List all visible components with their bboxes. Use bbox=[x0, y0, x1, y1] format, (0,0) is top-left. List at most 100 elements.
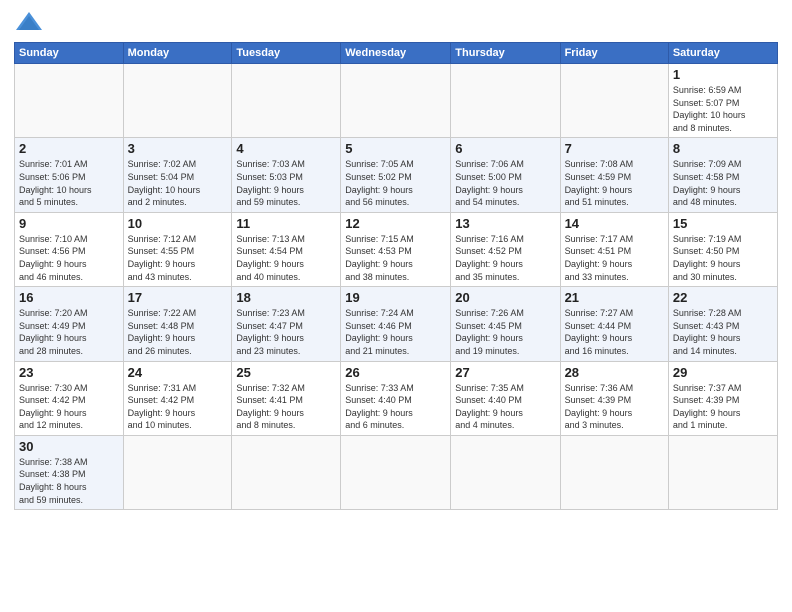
calendar-day-cell bbox=[15, 64, 124, 138]
day-number: 23 bbox=[19, 365, 119, 380]
day-info: Sunrise: 7:37 AM Sunset: 4:39 PM Dayligh… bbox=[673, 382, 773, 432]
day-number: 22 bbox=[673, 290, 773, 305]
day-number: 13 bbox=[455, 216, 555, 231]
day-info: Sunrise: 6:59 AM Sunset: 5:07 PM Dayligh… bbox=[673, 84, 773, 134]
day-info: Sunrise: 7:38 AM Sunset: 4:38 PM Dayligh… bbox=[19, 456, 119, 506]
logo-icon bbox=[14, 10, 44, 34]
day-info: Sunrise: 7:09 AM Sunset: 4:58 PM Dayligh… bbox=[673, 158, 773, 208]
day-number: 19 bbox=[345, 290, 446, 305]
day-number: 21 bbox=[565, 290, 664, 305]
weekday-header: Sunday bbox=[15, 43, 124, 64]
day-info: Sunrise: 7:32 AM Sunset: 4:41 PM Dayligh… bbox=[236, 382, 336, 432]
calendar-day-cell: 12 Sunrise: 7:15 AM Sunset: 4:53 PM Dayli… bbox=[341, 212, 451, 286]
calendar-day-cell: 4 Sunrise: 7:03 AM Sunset: 5:03 PM Daylig… bbox=[232, 138, 341, 212]
calendar-day-cell: 23 Sunrise: 7:30 AM Sunset: 4:42 PM Dayli… bbox=[15, 361, 124, 435]
calendar-day-cell: 25 Sunrise: 7:32 AM Sunset: 4:41 PM Dayli… bbox=[232, 361, 341, 435]
weekday-header: Saturday bbox=[668, 43, 777, 64]
calendar-day-cell: 11 Sunrise: 7:13 AM Sunset: 4:54 PM Dayli… bbox=[232, 212, 341, 286]
calendar: SundayMondayTuesdayWednesdayThursdayFrid… bbox=[14, 42, 778, 510]
day-number: 6 bbox=[455, 141, 555, 156]
day-info: Sunrise: 7:10 AM Sunset: 4:56 PM Dayligh… bbox=[19, 233, 119, 283]
calendar-header-row: SundayMondayTuesdayWednesdayThursdayFrid… bbox=[15, 43, 778, 64]
day-info: Sunrise: 7:24 AM Sunset: 4:46 PM Dayligh… bbox=[345, 307, 446, 357]
day-number: 20 bbox=[455, 290, 555, 305]
day-info: Sunrise: 7:20 AM Sunset: 4:49 PM Dayligh… bbox=[19, 307, 119, 357]
day-info: Sunrise: 7:12 AM Sunset: 4:55 PM Dayligh… bbox=[128, 233, 228, 283]
calendar-day-cell: 3 Sunrise: 7:02 AM Sunset: 5:04 PM Daylig… bbox=[123, 138, 232, 212]
day-number: 24 bbox=[128, 365, 228, 380]
calendar-day-cell: 1 Sunrise: 6:59 AM Sunset: 5:07 PM Daylig… bbox=[668, 64, 777, 138]
day-number: 18 bbox=[236, 290, 336, 305]
day-number: 12 bbox=[345, 216, 446, 231]
day-number: 26 bbox=[345, 365, 446, 380]
day-info: Sunrise: 7:05 AM Sunset: 5:02 PM Dayligh… bbox=[345, 158, 446, 208]
calendar-day-cell: 26Sunrise: 7:33 AM Sunset: 4:40 PM Dayli… bbox=[341, 361, 451, 435]
calendar-day-cell: 29 Sunrise: 7:37 AM Sunset: 4:39 PM Dayli… bbox=[668, 361, 777, 435]
day-number: 1 bbox=[673, 67, 773, 82]
calendar-week-row: 30 Sunrise: 7:38 AM Sunset: 4:38 PM Dayli… bbox=[15, 435, 778, 509]
calendar-day-cell bbox=[232, 435, 341, 509]
calendar-day-cell: 21 Sunrise: 7:27 AM Sunset: 4:44 PM Dayli… bbox=[560, 287, 668, 361]
day-number: 30 bbox=[19, 439, 119, 454]
day-info: Sunrise: 7:01 AM Sunset: 5:06 PM Dayligh… bbox=[19, 158, 119, 208]
weekday-header: Monday bbox=[123, 43, 232, 64]
calendar-day-cell bbox=[123, 435, 232, 509]
day-number: 17 bbox=[128, 290, 228, 305]
day-number: 14 bbox=[565, 216, 664, 231]
calendar-day-cell: 16Sunrise: 7:20 AM Sunset: 4:49 PM Dayli… bbox=[15, 287, 124, 361]
day-info: Sunrise: 7:28 AM Sunset: 4:43 PM Dayligh… bbox=[673, 307, 773, 357]
calendar-day-cell: 30 Sunrise: 7:38 AM Sunset: 4:38 PM Dayli… bbox=[15, 435, 124, 509]
calendar-day-cell: 14 Sunrise: 7:17 AM Sunset: 4:51 PM Dayli… bbox=[560, 212, 668, 286]
day-info: Sunrise: 7:17 AM Sunset: 4:51 PM Dayligh… bbox=[565, 233, 664, 283]
calendar-day-cell bbox=[232, 64, 341, 138]
day-number: 9 bbox=[19, 216, 119, 231]
calendar-day-cell: 17Sunrise: 7:22 AM Sunset: 4:48 PM Dayli… bbox=[123, 287, 232, 361]
day-number: 4 bbox=[236, 141, 336, 156]
calendar-week-row: 1 Sunrise: 6:59 AM Sunset: 5:07 PM Daylig… bbox=[15, 64, 778, 138]
calendar-day-cell: 10 Sunrise: 7:12 AM Sunset: 4:55 PM Dayli… bbox=[123, 212, 232, 286]
calendar-day-cell bbox=[668, 435, 777, 509]
calendar-day-cell: 19 Sunrise: 7:24 AM Sunset: 4:46 PM Dayli… bbox=[341, 287, 451, 361]
calendar-day-cell: 18Sunrise: 7:23 AM Sunset: 4:47 PM Dayli… bbox=[232, 287, 341, 361]
day-info: Sunrise: 7:27 AM Sunset: 4:44 PM Dayligh… bbox=[565, 307, 664, 357]
calendar-week-row: 9 Sunrise: 7:10 AM Sunset: 4:56 PM Daylig… bbox=[15, 212, 778, 286]
day-number: 8 bbox=[673, 141, 773, 156]
weekday-header: Thursday bbox=[451, 43, 560, 64]
day-info: Sunrise: 7:31 AM Sunset: 4:42 PM Dayligh… bbox=[128, 382, 228, 432]
day-number: 5 bbox=[345, 141, 446, 156]
day-number: 11 bbox=[236, 216, 336, 231]
day-info: Sunrise: 7:03 AM Sunset: 5:03 PM Dayligh… bbox=[236, 158, 336, 208]
calendar-day-cell: 15Sunrise: 7:19 AM Sunset: 4:50 PM Dayli… bbox=[668, 212, 777, 286]
day-info: Sunrise: 7:15 AM Sunset: 4:53 PM Dayligh… bbox=[345, 233, 446, 283]
calendar-day-cell: 8 Sunrise: 7:09 AM Sunset: 4:58 PM Daylig… bbox=[668, 138, 777, 212]
day-number: 15 bbox=[673, 216, 773, 231]
day-number: 10 bbox=[128, 216, 228, 231]
calendar-week-row: 23 Sunrise: 7:30 AM Sunset: 4:42 PM Dayli… bbox=[15, 361, 778, 435]
calendar-day-cell: 20Sunrise: 7:26 AM Sunset: 4:45 PM Dayli… bbox=[451, 287, 560, 361]
day-info: Sunrise: 7:36 AM Sunset: 4:39 PM Dayligh… bbox=[565, 382, 664, 432]
day-number: 7 bbox=[565, 141, 664, 156]
calendar-day-cell bbox=[451, 435, 560, 509]
weekday-header: Wednesday bbox=[341, 43, 451, 64]
day-info: Sunrise: 7:30 AM Sunset: 4:42 PM Dayligh… bbox=[19, 382, 119, 432]
calendar-week-row: 2 Sunrise: 7:01 AM Sunset: 5:06 PM Daylig… bbox=[15, 138, 778, 212]
weekday-header: Tuesday bbox=[232, 43, 341, 64]
day-info: Sunrise: 7:13 AM Sunset: 4:54 PM Dayligh… bbox=[236, 233, 336, 283]
day-number: 2 bbox=[19, 141, 119, 156]
calendar-day-cell: 6 Sunrise: 7:06 AM Sunset: 5:00 PM Daylig… bbox=[451, 138, 560, 212]
day-number: 28 bbox=[565, 365, 664, 380]
day-number: 25 bbox=[236, 365, 336, 380]
calendar-day-cell bbox=[341, 64, 451, 138]
calendar-day-cell bbox=[451, 64, 560, 138]
logo bbox=[14, 10, 48, 34]
day-info: Sunrise: 7:16 AM Sunset: 4:52 PM Dayligh… bbox=[455, 233, 555, 283]
calendar-day-cell bbox=[560, 64, 668, 138]
day-info: Sunrise: 7:02 AM Sunset: 5:04 PM Dayligh… bbox=[128, 158, 228, 208]
calendar-day-cell: 5 Sunrise: 7:05 AM Sunset: 5:02 PM Daylig… bbox=[341, 138, 451, 212]
day-number: 29 bbox=[673, 365, 773, 380]
day-info: Sunrise: 7:06 AM Sunset: 5:00 PM Dayligh… bbox=[455, 158, 555, 208]
calendar-day-cell: 24 Sunrise: 7:31 AM Sunset: 4:42 PM Dayli… bbox=[123, 361, 232, 435]
day-info: Sunrise: 7:35 AM Sunset: 4:40 PM Dayligh… bbox=[455, 382, 555, 432]
day-number: 3 bbox=[128, 141, 228, 156]
day-number: 27 bbox=[455, 365, 555, 380]
